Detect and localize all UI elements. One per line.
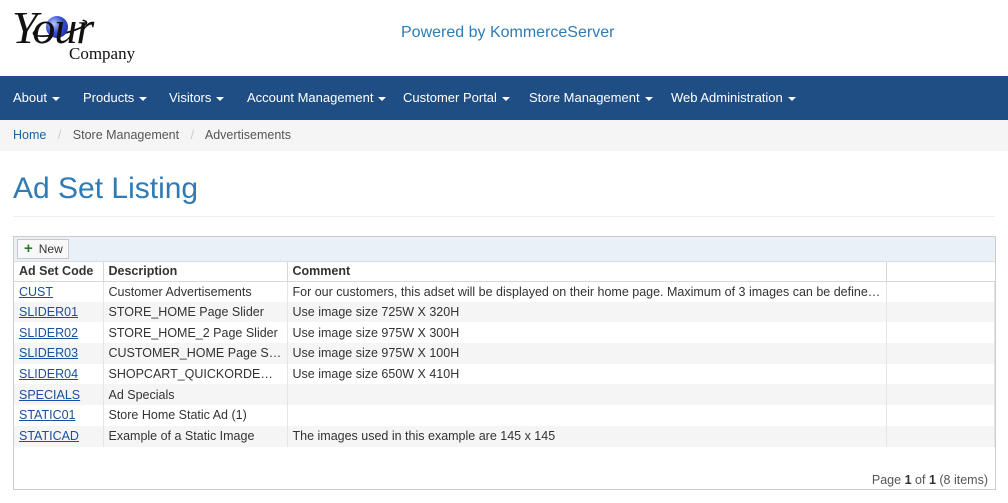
column-header-code[interactable]: Ad Set Code: [14, 262, 104, 282]
table-row[interactable]: STATIC01 Store Home Static Ad (1): [14, 405, 995, 426]
code-link[interactable]: SLIDER04: [19, 367, 78, 381]
spacer-cell: [886, 322, 995, 344]
plus-icon: +: [24, 240, 33, 257]
nav-store-management[interactable]: Store Management: [529, 76, 653, 120]
caret-down-icon: [51, 96, 60, 101]
breadcrumb-current: Advertisements: [204, 128, 292, 142]
column-header-spacer: [886, 262, 995, 282]
comment-cell: Use image size 975W X 100H: [287, 343, 887, 364]
nav-about[interactable]: About: [13, 76, 60, 120]
caret-down-icon: [787, 96, 796, 101]
nav-customer-portal-label: Customer Portal: [403, 90, 497, 105]
pager-prefix: Page: [871, 473, 902, 487]
pager-item-count: (8 items): [939, 473, 988, 487]
code-link[interactable]: CUST: [19, 285, 53, 299]
code-link[interactable]: SLIDER03: [19, 346, 78, 360]
code-cell[interactable]: SLIDER01: [14, 301, 104, 323]
code-link[interactable]: SLIDER02: [19, 326, 78, 340]
spacer-cell: [886, 301, 995, 323]
title-divider: [13, 216, 995, 217]
table-row[interactable]: SLIDER04 SHOPCART_QUICKORDERF... Use ima…: [14, 363, 995, 385]
description-cell: Store Home Static Ad (1): [103, 405, 288, 426]
caret-down-icon: [216, 96, 225, 101]
spacer-cell: [886, 405, 995, 426]
nav-store-management-label: Store Management: [529, 90, 640, 105]
table-row[interactable]: CUST Customer Advertisements For our cus…: [14, 281, 995, 302]
code-cell[interactable]: SLIDER03: [14, 343, 104, 364]
description-cell: STORE_HOME Page Slider: [103, 301, 288, 323]
description-cell: STORE_HOME_2 Page Slider: [103, 322, 288, 344]
ad-set-grid: + New Ad Set Code Description Comment CU…: [13, 236, 996, 490]
comment-cell: Use image size 975W X 300H: [287, 322, 887, 344]
spacer-cell: [886, 343, 995, 364]
breadcrumb-separator: /: [57, 128, 62, 142]
code-cell[interactable]: SLIDER04: [14, 363, 104, 385]
pager-total-pages: 1: [928, 473, 936, 487]
nav-visitors[interactable]: Visitors: [169, 76, 225, 120]
new-button[interactable]: + New: [17, 239, 69, 259]
pager-of: of: [915, 473, 926, 487]
code-cell[interactable]: STATICAD: [14, 425, 104, 447]
comment-cell: For our customers, this adset will be di…: [287, 281, 887, 302]
logo-company-text: Company: [69, 44, 136, 63]
table-row[interactable]: SPECIALS Ad Specials: [14, 384, 995, 406]
table-row[interactable]: SLIDER03 CUSTOMER_HOME Page Sli... Use i…: [14, 343, 995, 364]
table-row[interactable]: SLIDER01 STORE_HOME Page Slider Use imag…: [14, 301, 995, 323]
new-button-label: New: [38, 242, 63, 256]
nav-web-administration-label: Web Administration: [671, 90, 783, 105]
nav-products[interactable]: Products: [83, 76, 148, 120]
table-header-row: Ad Set Code Description Comment: [14, 262, 995, 282]
comment-cell: Use image size 650W X 410H: [287, 363, 887, 385]
code-cell[interactable]: SPECIALS: [14, 384, 104, 406]
code-cell[interactable]: CUST: [14, 281, 104, 302]
nav-account-management-label: Account Management: [247, 90, 374, 105]
nav-products-label: Products: [83, 90, 135, 105]
breadcrumb: Home / Store Management / Advertisements: [0, 120, 1008, 151]
column-header-description[interactable]: Description: [103, 262, 288, 282]
powered-by-text: Powered by KommerceServer: [401, 24, 615, 41]
breadcrumb-separator: /: [190, 128, 195, 142]
code-link[interactable]: STATIC01: [19, 408, 76, 422]
description-cell: Customer Advertisements: [103, 281, 288, 302]
code-cell[interactable]: STATIC01: [14, 405, 104, 426]
nav-account-management[interactable]: Account Management: [247, 76, 387, 120]
comment-cell: Use image size 725W X 320H: [287, 301, 887, 323]
caret-down-icon: [501, 96, 510, 101]
code-link[interactable]: SLIDER01: [19, 305, 78, 319]
description-cell: Example of a Static Image: [103, 425, 288, 447]
nav-about-label: About: [13, 90, 47, 105]
breadcrumb-home[interactable]: Home: [13, 128, 46, 142]
comment-cell: [287, 384, 887, 406]
caret-down-icon: [644, 96, 653, 101]
table-row[interactable]: STATICAD Example of a Static Image The i…: [14, 425, 995, 447]
caret-down-icon: [139, 96, 148, 101]
nav-web-administration[interactable]: Web Administration: [671, 76, 796, 120]
spacer-cell: [886, 425, 995, 447]
code-cell[interactable]: SLIDER02: [14, 322, 104, 344]
nav-visitors-label: Visitors: [169, 90, 212, 105]
pager-current-page: 1: [904, 473, 912, 487]
main-navbar: About Products Visitors Account Manageme…: [0, 76, 1008, 120]
description-cell: SHOPCART_QUICKORDERF...: [103, 363, 288, 385]
breadcrumb-store-management[interactable]: Store Management: [73, 128, 179, 142]
description-cell: Ad Specials: [103, 384, 288, 406]
spacer-cell: [886, 363, 995, 385]
pager-info: Page 1 of 1 (8 items): [872, 473, 988, 487]
code-link[interactable]: STATICAD: [19, 429, 79, 443]
company-logo[interactable]: Your Company: [12, 2, 152, 72]
description-cell: CUSTOMER_HOME Page Sli...: [103, 343, 288, 364]
column-header-comment[interactable]: Comment: [287, 262, 887, 282]
header: Your Company Powered by KommerceServer: [0, 0, 1008, 76]
table-row[interactable]: SLIDER02 STORE_HOME_2 Page Slider Use im…: [14, 322, 995, 344]
caret-down-icon: [378, 96, 387, 101]
spacer-cell: [886, 384, 995, 406]
code-link[interactable]: SPECIALS: [19, 388, 80, 402]
page-title: Ad Set Listing: [13, 172, 199, 205]
grid-toolbar: + New: [14, 237, 995, 262]
comment-cell: [287, 405, 887, 426]
ad-set-table: Ad Set Code Description Comment CUST Cus…: [14, 262, 995, 447]
spacer-cell: [886, 281, 995, 302]
comment-cell: The images used in this example are 145 …: [287, 425, 887, 447]
nav-customer-portal[interactable]: Customer Portal: [403, 76, 510, 120]
